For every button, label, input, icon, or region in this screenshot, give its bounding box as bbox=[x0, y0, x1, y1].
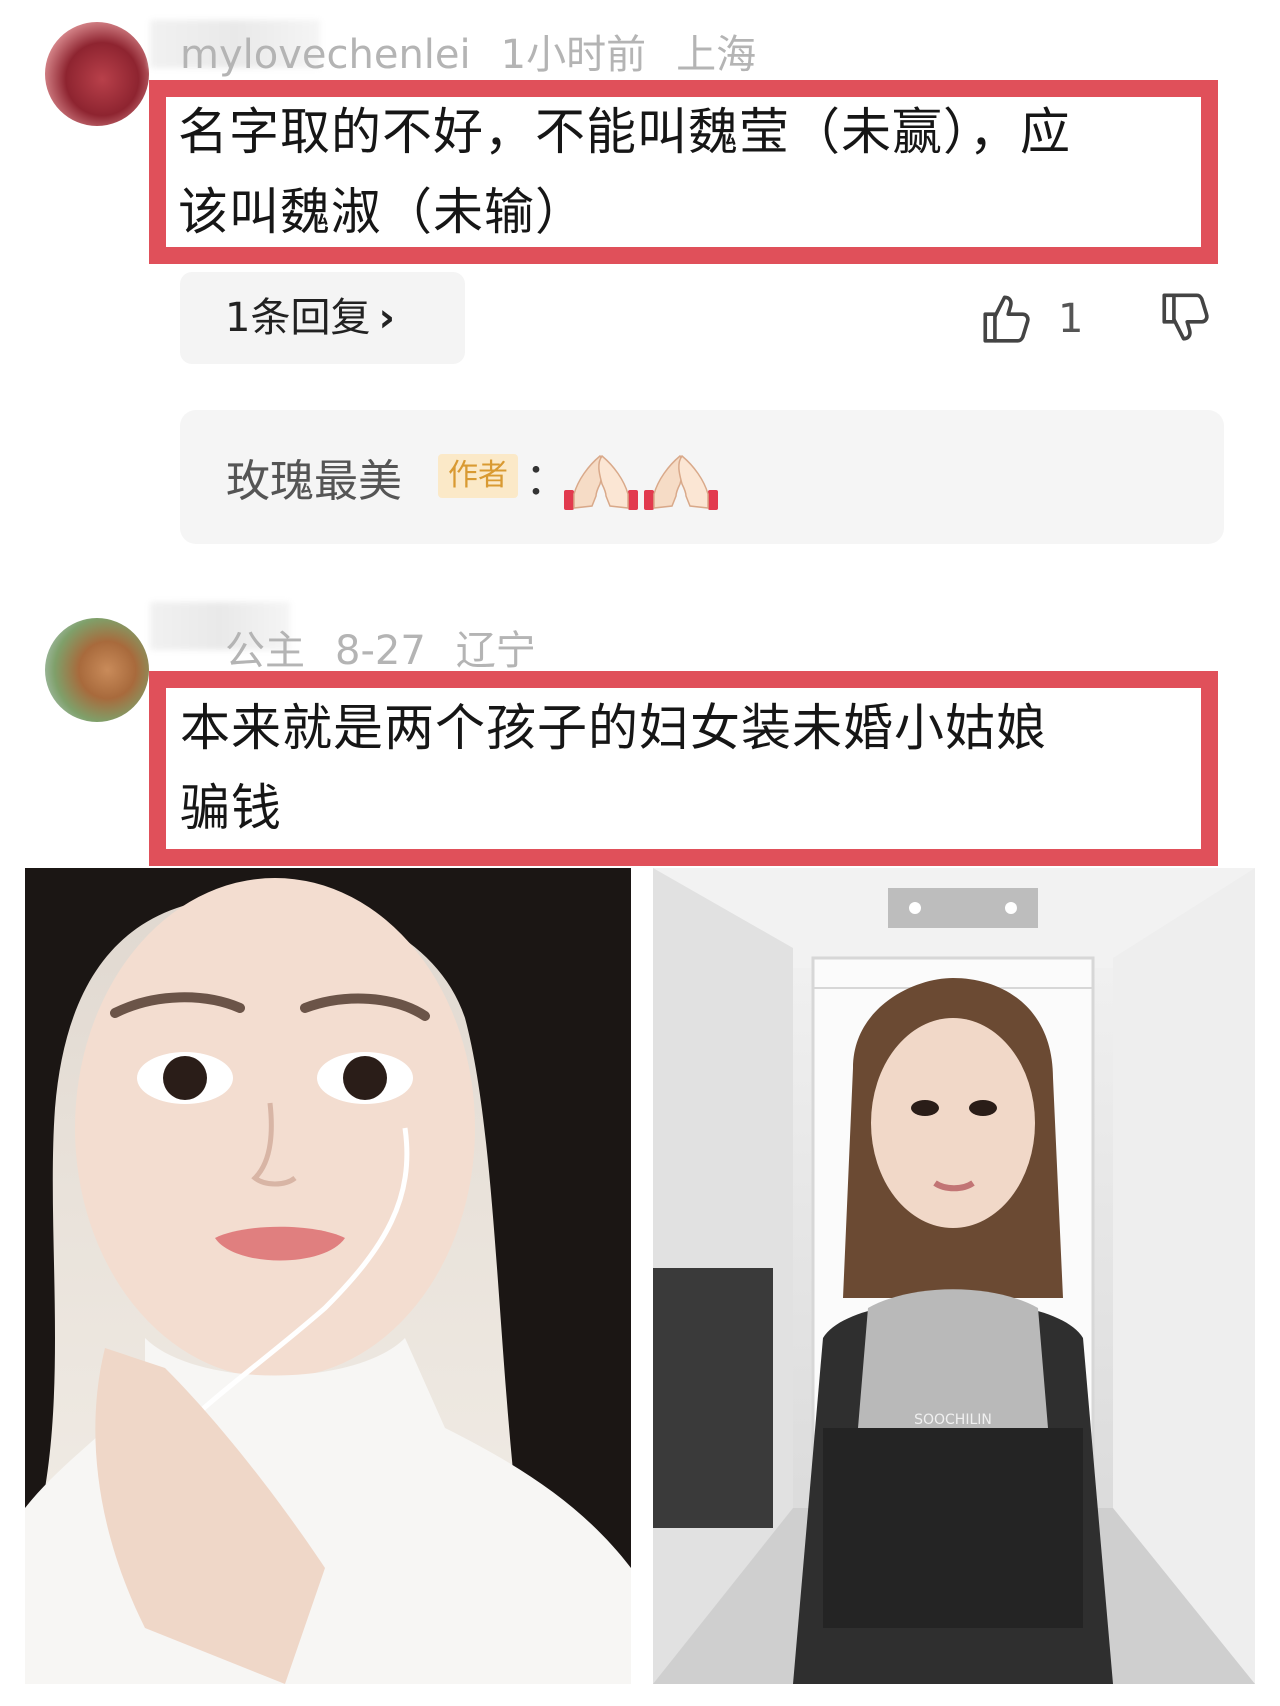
reply-count-label: 1条回复 bbox=[225, 295, 371, 341]
dislike-button[interactable] bbox=[1157, 288, 1215, 350]
like-button[interactable]: 1 bbox=[978, 284, 1083, 354]
hallway-illustration: SOOCHILIN bbox=[653, 868, 1255, 1684]
avatar[interactable] bbox=[45, 22, 149, 126]
thumbs-down-icon bbox=[1162, 293, 1209, 341]
praying-hands-icon bbox=[644, 454, 718, 510]
selfie-illustration bbox=[25, 868, 631, 1684]
author-name: 玫瑰最美 bbox=[226, 456, 402, 507]
comment-meta: mylovechenlei 1小时前 上海 bbox=[180, 22, 786, 80]
author-badge: 作者 bbox=[438, 454, 518, 498]
comment-location: 辽宁 bbox=[455, 628, 536, 674]
chevron-right-icon: › bbox=[378, 295, 395, 341]
photo-left bbox=[25, 868, 631, 1684]
praying-hands-icon bbox=[564, 454, 638, 510]
author-reply-preview[interactable]: 玫瑰最美 作者 ： bbox=[180, 410, 1224, 544]
comment-line: 本来就是两个孩子的妇女装未婚小姑娘 bbox=[180, 699, 1047, 757]
comment-time: 1小时前 bbox=[500, 32, 647, 78]
comment-location: 上海 bbox=[676, 32, 757, 78]
comment-text: 名字取的不好，不能叫魏莹（未赢），应 该叫魏淑（未输） bbox=[178, 92, 1198, 252]
photo-right: SOOCHILIN bbox=[653, 868, 1255, 1684]
avatar[interactable] bbox=[45, 618, 149, 722]
comment-line: 名字取的不好，不能叫魏莹（未赢），应 bbox=[178, 103, 1071, 161]
username[interactable]: mylovechenlei bbox=[180, 32, 471, 78]
comment-meta: 公主 8-27 辽宁 bbox=[225, 618, 566, 676]
comment-time: 8-27 bbox=[335, 628, 426, 674]
comment-line: 骗钱 bbox=[180, 779, 282, 837]
comment-text: 本来就是两个孩子的妇女装未婚小姑娘 骗钱 bbox=[180, 688, 1200, 848]
comment-line: 该叫魏淑（未输） bbox=[178, 183, 586, 241]
username[interactable]: 公主 bbox=[225, 628, 305, 674]
screenshot-page: mylovechenlei 1小时前 上海 名字取的不好，不能叫魏莹（未赢），应 该… bbox=[0, 0, 1280, 1706]
like-count: 1 bbox=[1058, 296, 1084, 342]
thumbs-up-icon bbox=[983, 295, 1030, 343]
view-replies-button[interactable]: 1条回复 › bbox=[180, 272, 465, 364]
shirt-text: SOOCHILIN bbox=[914, 1412, 992, 1428]
